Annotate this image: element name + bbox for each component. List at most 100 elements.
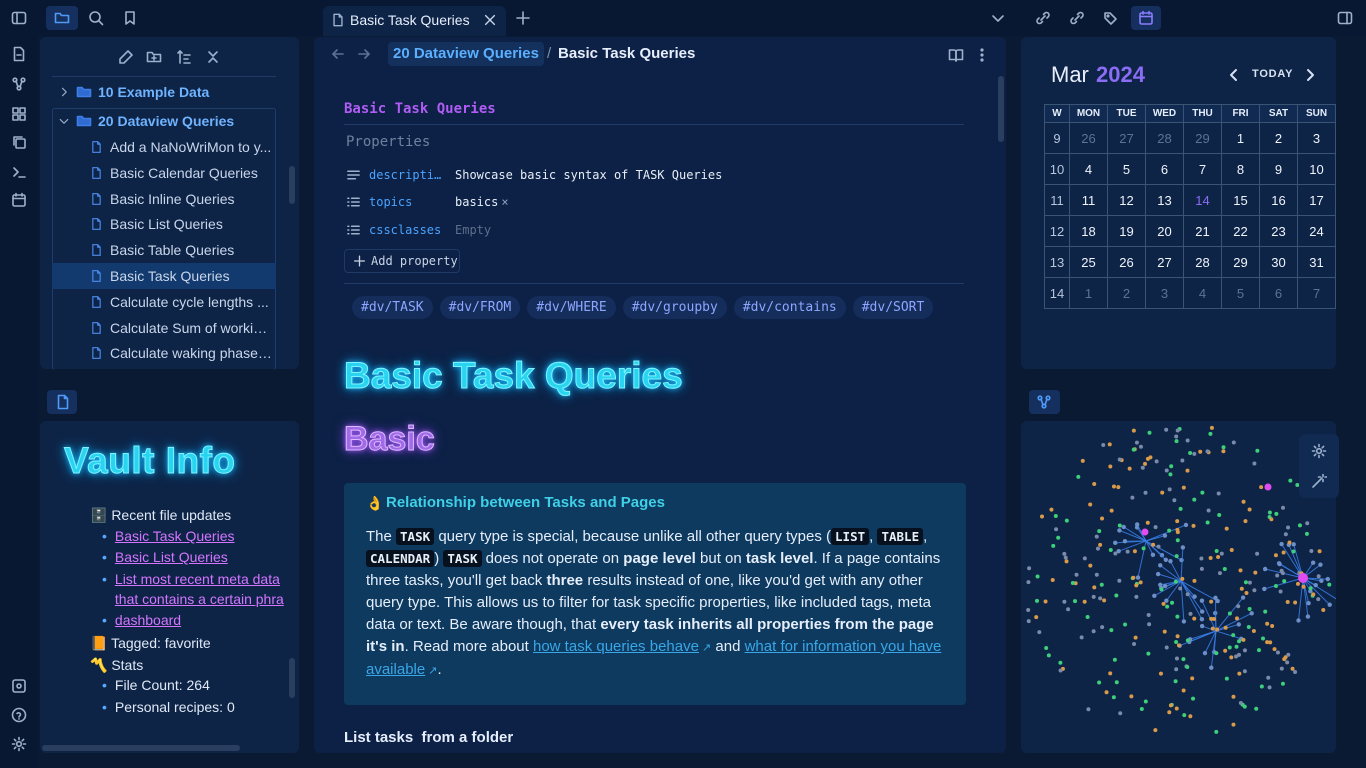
calendar-day[interactable]: 6	[1259, 277, 1298, 309]
calendar-day[interactable]: 7	[1183, 153, 1222, 185]
graph-node[interactable]	[1037, 630, 1042, 635]
property-key[interactable]: descripti…	[369, 168, 455, 182]
graph-node[interactable]	[1169, 464, 1174, 469]
graph-node[interactable]	[1173, 679, 1178, 684]
graph-hub-node[interactable]	[1298, 573, 1308, 583]
graph-node[interactable]	[1287, 540, 1292, 545]
property-value[interactable]: Empty	[455, 223, 491, 237]
calendar-day[interactable]: 4	[1183, 277, 1222, 309]
graph-node[interactable]	[1316, 574, 1321, 579]
graph-node[interactable]	[1236, 604, 1241, 609]
graph-node[interactable]	[1219, 551, 1224, 556]
graph-node[interactable]	[1241, 637, 1246, 642]
graph-node[interactable]	[1199, 609, 1205, 614]
graph-node[interactable]	[1147, 622, 1152, 627]
graph-node[interactable]	[1243, 580, 1248, 585]
graph-node[interactable]	[1327, 602, 1332, 607]
graph-node[interactable]	[1205, 520, 1210, 525]
graph-node[interactable]	[1252, 461, 1257, 466]
tag-pill[interactable]: #dv/FROM	[439, 296, 521, 319]
graph-node[interactable]	[1164, 645, 1169, 650]
graph-node[interactable]	[1095, 546, 1100, 551]
graph-node[interactable]	[1253, 570, 1258, 575]
calendar-day[interactable]: 28	[1145, 122, 1184, 154]
recent-file-link[interactable]: dashboard	[115, 612, 181, 628]
graph-node[interactable]	[1192, 497, 1197, 502]
graph-node[interactable]	[1181, 485, 1186, 490]
graph-node[interactable]	[1143, 699, 1148, 704]
new-folder-icon[interactable]	[146, 49, 162, 65]
graph-node[interactable]	[1026, 580, 1031, 585]
graph-node[interactable]	[1117, 528, 1122, 533]
scrollbar[interactable]	[998, 76, 1004, 142]
graph-node[interactable]	[1123, 622, 1128, 627]
graph-node[interactable]	[1116, 485, 1121, 490]
graph-node[interactable]	[1240, 595, 1246, 600]
property-row[interactable]: descripti… Showcase basic syntax of TASK …	[346, 165, 722, 185]
graph-node[interactable]	[1247, 606, 1252, 611]
graph-node[interactable]	[1216, 491, 1221, 496]
graph-node[interactable]	[1311, 592, 1316, 597]
property-row[interactable]: topics basics ×	[346, 192, 509, 212]
graph-node[interactable]	[1199, 566, 1204, 571]
graph-node[interactable]	[1100, 625, 1105, 630]
graph-node[interactable]	[1150, 552, 1156, 558]
graph-node[interactable]	[1221, 449, 1226, 454]
graph-node[interactable]	[1158, 671, 1163, 676]
calendar-day[interactable]: 7	[1297, 277, 1336, 309]
graph-node[interactable]	[1246, 625, 1251, 630]
graph-node[interactable]	[1209, 665, 1214, 670]
graph-node[interactable]	[1238, 700, 1243, 705]
graph-node[interactable]	[1159, 587, 1164, 592]
graph-node[interactable]	[1285, 660, 1290, 665]
graph-node[interactable]	[1054, 527, 1059, 532]
file-item[interactable]: Calculate Sum of workin...	[52, 315, 276, 341]
graph-node[interactable]	[1273, 583, 1278, 588]
graph-node[interactable]	[1098, 596, 1103, 601]
graph-node[interactable]	[1279, 666, 1284, 671]
graph-node[interactable]	[1147, 430, 1152, 435]
graph-node[interactable]	[1296, 618, 1301, 623]
graph-node[interactable]	[1209, 425, 1214, 430]
graph-node[interactable]	[1224, 526, 1229, 531]
graph-node[interactable]	[1082, 556, 1087, 561]
graph-node[interactable]	[1269, 517, 1274, 522]
graph-node[interactable]	[1208, 555, 1213, 560]
backlinks-icon[interactable]	[1035, 10, 1051, 26]
graph-node[interactable]	[1170, 600, 1175, 605]
graph-node[interactable]	[1062, 551, 1067, 556]
graph-node[interactable]	[1256, 648, 1261, 653]
graph-node[interactable]	[1198, 449, 1203, 454]
graph-node[interactable]	[1086, 707, 1091, 712]
graph-node[interactable]	[1175, 519, 1180, 524]
graph-node[interactable]	[1254, 706, 1259, 711]
graph-node[interactable]	[1234, 616, 1239, 621]
graph-node[interactable]	[1200, 490, 1205, 495]
graph-node[interactable]	[1174, 434, 1179, 439]
graph-node[interactable]	[1286, 652, 1291, 657]
graph-node[interactable]	[1308, 586, 1313, 591]
graph-node[interactable]	[1161, 601, 1166, 606]
graph-node[interactable]	[1214, 729, 1219, 734]
graph-node[interactable]	[1155, 571, 1161, 577]
calendar-day[interactable]: 5	[1107, 153, 1146, 185]
graph-node[interactable]	[1175, 527, 1180, 532]
calendar-day[interactable]: 26	[1107, 246, 1146, 278]
graph-node[interactable]	[1111, 484, 1116, 489]
graph-hub-node[interactable]	[1141, 528, 1149, 536]
graph-node[interactable]	[1325, 576, 1330, 582]
graph-node[interactable]	[1275, 573, 1280, 578]
graph-node[interactable]	[1107, 442, 1112, 447]
graph-node[interactable]	[1247, 507, 1252, 512]
graph-node[interactable]	[1214, 548, 1219, 553]
graph-node[interactable]	[1168, 703, 1173, 708]
inline-title[interactable]: Basic Task Queries	[344, 101, 496, 117]
calendar-day[interactable]: 29	[1183, 122, 1222, 154]
add-property-button[interactable]: Add property	[344, 249, 460, 273]
graph-node[interactable]	[1175, 428, 1180, 433]
graph-node[interactable]	[1066, 607, 1071, 612]
calendar-day[interactable]: 11	[1069, 184, 1108, 216]
search-icon[interactable]	[88, 10, 104, 26]
bookmark-icon[interactable]	[122, 10, 138, 26]
calendar-day[interactable]: 27	[1107, 122, 1146, 154]
